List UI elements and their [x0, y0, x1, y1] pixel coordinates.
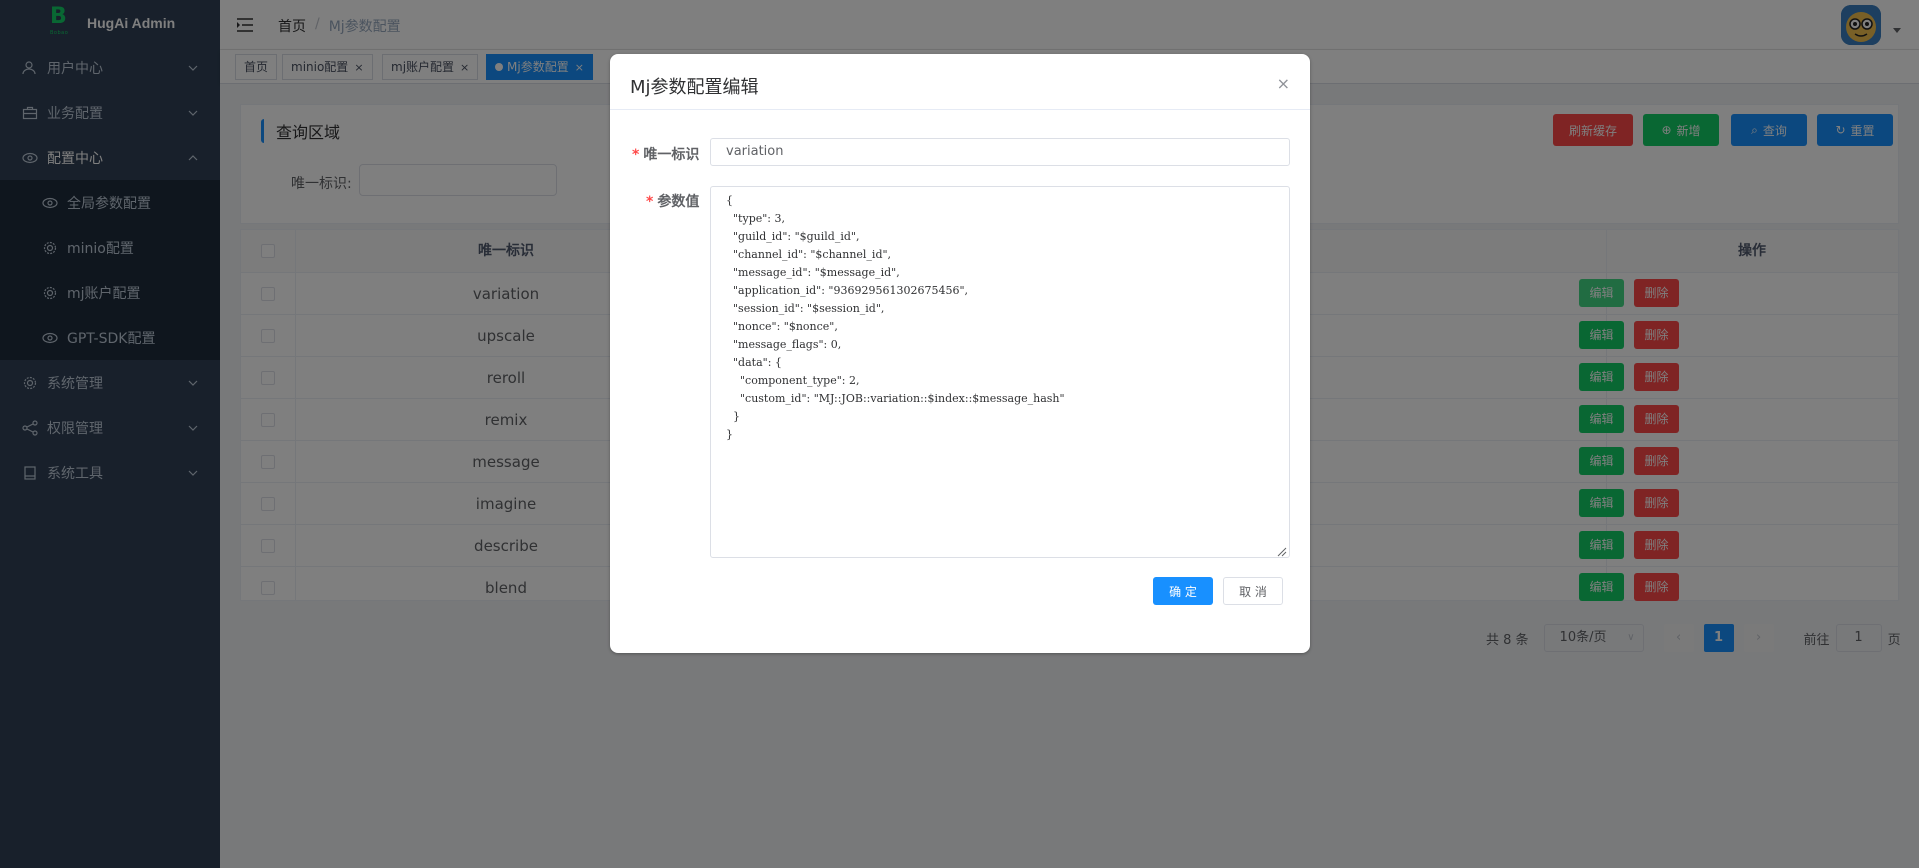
resize-handle-icon[interactable]: [1277, 545, 1287, 557]
param-field-label: * 参数值: [646, 194, 700, 210]
confirm-button[interactable]: 确 定: [1153, 577, 1213, 605]
edit-dialog: Mj参数配置编辑 × * 唯一标识 variation * 参数值 { "type"…: [610, 54, 1310, 653]
dialog-header: Mj参数配置编辑 ×: [610, 54, 1310, 110]
cancel-button[interactable]: 取 消: [1223, 577, 1283, 605]
dialog-title: Mj参数配置编辑: [630, 77, 759, 98]
id-field[interactable]: variation: [710, 138, 1290, 166]
id-field-label: * 唯一标识: [632, 147, 700, 163]
param-value-textarea[interactable]: { "type": 3, "guild_id": "$guild_id", "c…: [710, 186, 1290, 558]
close-icon[interactable]: ×: [1277, 74, 1290, 93]
